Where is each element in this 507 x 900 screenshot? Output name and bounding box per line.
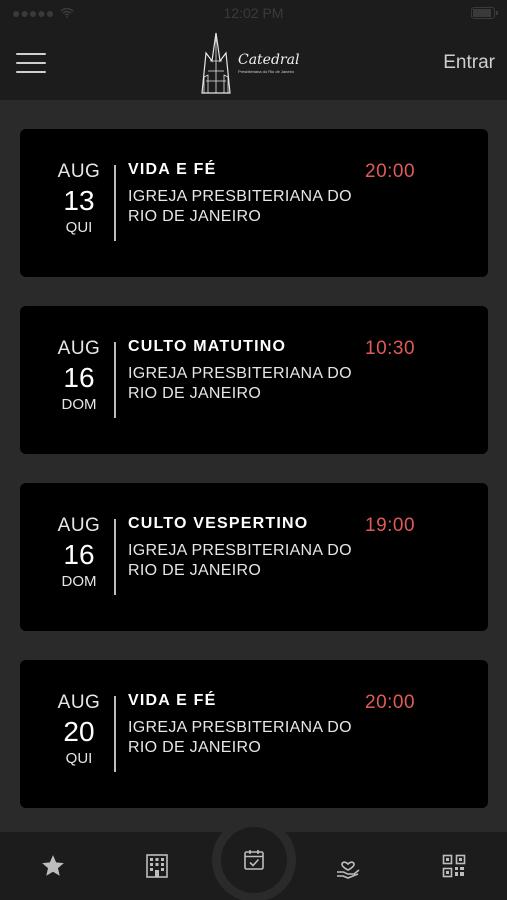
status-bar: ●●●●● 12:02 PM bbox=[0, 0, 507, 26]
logo-text: Catedral Presbiteriana do Rio de Janeiro bbox=[238, 52, 299, 74]
event-title: CULTO MATUTINO bbox=[128, 338, 287, 355]
divider bbox=[114, 165, 116, 241]
event-time: 19:00 bbox=[365, 515, 416, 536]
tab-events[interactable] bbox=[221, 827, 287, 893]
event-weekday: DOM bbox=[61, 573, 97, 590]
tab-favorites[interactable] bbox=[37, 850, 69, 882]
event-time: 20:00 bbox=[365, 692, 416, 713]
event-title: CULTO VESPERTINO bbox=[128, 515, 309, 532]
event-title: VIDA E FÉ bbox=[128, 161, 217, 178]
tab-donations[interactable] bbox=[332, 850, 364, 882]
event-time: 20:00 bbox=[365, 161, 416, 182]
event-day: 20 bbox=[63, 716, 95, 747]
hand-heart-icon bbox=[337, 861, 360, 879]
event-weekday: QUI bbox=[65, 219, 93, 236]
building-icon bbox=[146, 854, 168, 878]
logo-name: Catedral bbox=[238, 52, 300, 68]
event-date: AUG 13 QUI bbox=[50, 161, 108, 236]
event-weekday: QUI bbox=[65, 750, 93, 767]
event-time: 10:30 bbox=[365, 338, 416, 359]
event-month: AUG bbox=[57, 515, 101, 536]
logo: Catedral Presbiteriana do Rio de Janeiro bbox=[196, 30, 300, 96]
star-icon bbox=[42, 855, 64, 876]
event-title: VIDA E FÉ bbox=[128, 692, 217, 709]
battery-icon bbox=[471, 7, 498, 19]
app-header: Catedral Presbiteriana do Rio de Janeiro… bbox=[0, 26, 507, 100]
logo-subtitle: Presbiteriana do Rio de Janeiro bbox=[238, 69, 295, 74]
qr-code-icon bbox=[442, 854, 466, 878]
cathedral-icon bbox=[201, 32, 231, 94]
status-time: 12:02 PM bbox=[223, 5, 284, 21]
event-weekday: DOM bbox=[61, 396, 97, 413]
tab-church[interactable] bbox=[141, 850, 173, 882]
event-date: AUG 20 QUI bbox=[50, 692, 108, 767]
event-card[interactable]: AUG 16 DOM CULTO MATUTINO IGREJA PRESBIT… bbox=[20, 306, 488, 454]
event-day: 16 bbox=[63, 539, 95, 570]
event-month: AUG bbox=[57, 161, 101, 182]
event-location: IGREJA PRESBITERIANA DO RIO DE JANEIRO bbox=[128, 719, 352, 756]
event-location: IGREJA PRESBITERIANA DO RIO DE JANEIRO bbox=[128, 365, 352, 402]
event-card[interactable]: AUG 16 DOM CULTO VESPERTINO IGREJA PRESB… bbox=[20, 483, 488, 631]
events-list: AUG 13 QUI VIDA E FÉ IGREJA PRESBITERIAN… bbox=[0, 100, 507, 832]
event-day: 16 bbox=[63, 362, 95, 393]
divider bbox=[114, 696, 116, 772]
divider bbox=[114, 519, 116, 595]
event-month: AUG bbox=[57, 692, 101, 713]
event-location: IGREJA PRESBITERIANA DO RIO DE JANEIRO bbox=[128, 188, 352, 225]
event-date: AUG 16 DOM bbox=[50, 338, 108, 413]
event-date: AUG 16 DOM bbox=[50, 515, 108, 590]
tab-events-wrapper bbox=[212, 818, 296, 900]
calendar-check-icon bbox=[244, 850, 264, 870]
login-button[interactable]: Entrar bbox=[443, 52, 495, 74]
menu-icon[interactable] bbox=[16, 53, 46, 73]
event-card[interactable]: AUG 13 QUI VIDA E FÉ IGREJA PRESBITERIAN… bbox=[20, 129, 488, 277]
event-month: AUG bbox=[57, 338, 101, 359]
event-location: IGREJA PRESBITERIANA DO RIO DE JANEIRO bbox=[128, 542, 352, 579]
tab-qrcode[interactable] bbox=[438, 850, 470, 882]
divider bbox=[114, 342, 116, 418]
event-card[interactable]: AUG 20 QUI VIDA E FÉ IGREJA PRESBITERIAN… bbox=[20, 660, 488, 808]
event-day: 13 bbox=[63, 185, 95, 216]
tab-bar bbox=[0, 818, 507, 900]
